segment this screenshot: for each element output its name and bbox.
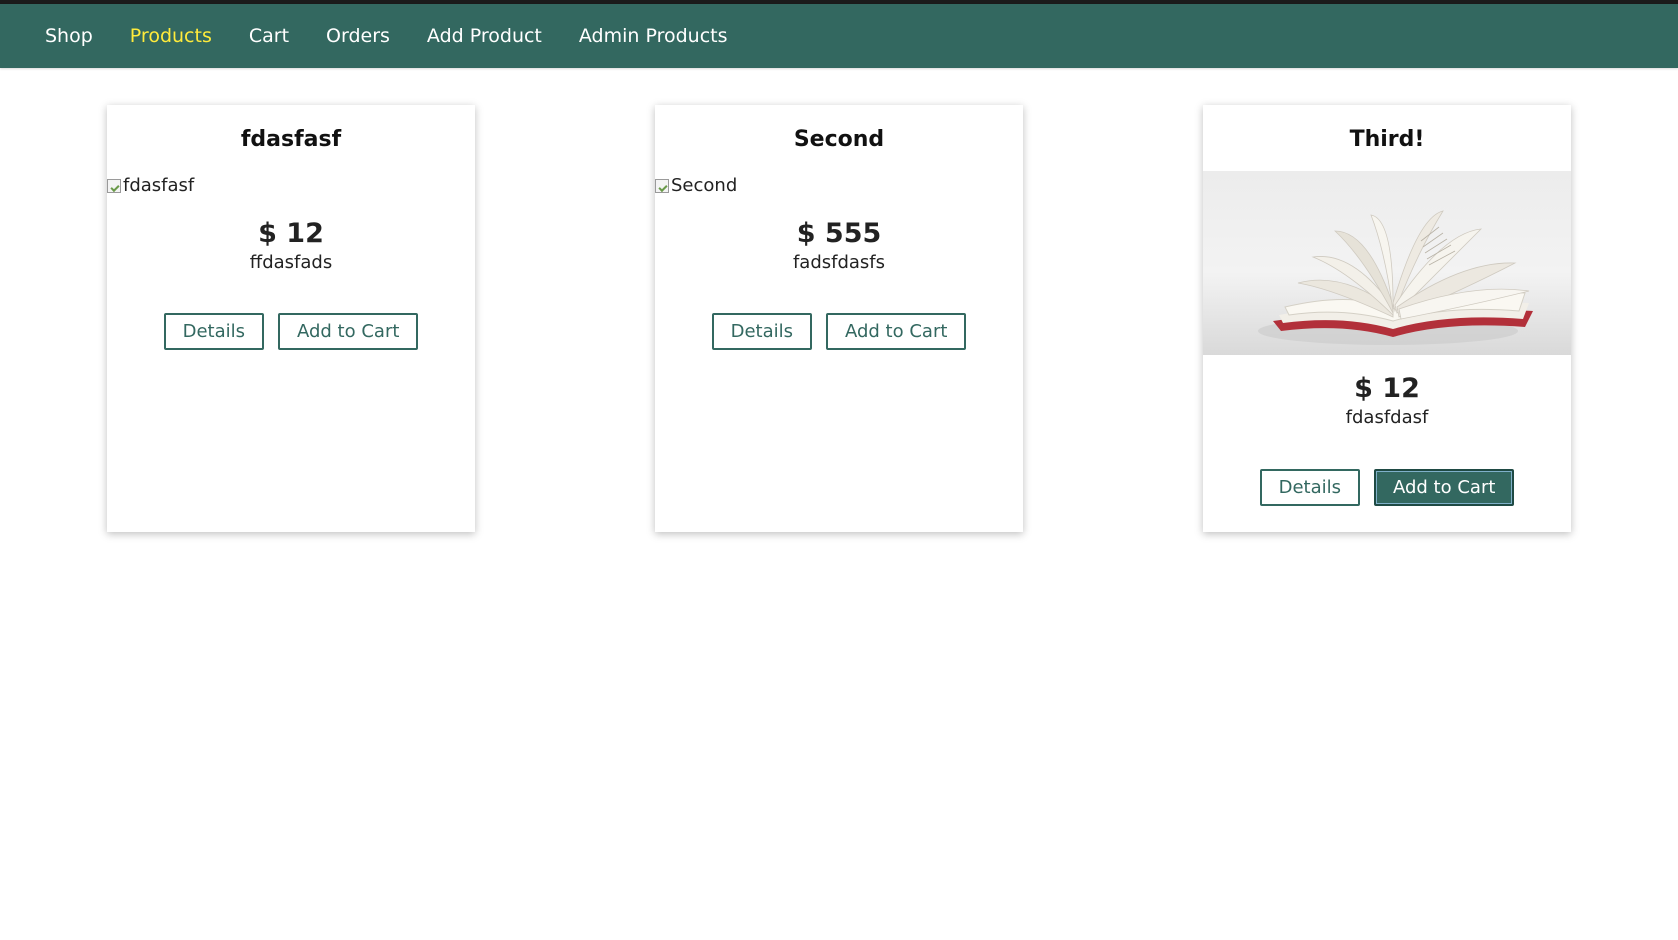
product-card: Second Second $ 555 fadsfdasfs Details A… bbox=[655, 105, 1023, 532]
product-actions: Details Add to Cart bbox=[655, 313, 1023, 350]
nav-link-orders[interactable]: Orders bbox=[326, 25, 390, 47]
product-price: $ 12 bbox=[1354, 373, 1420, 404]
product-title: Second bbox=[793, 127, 885, 152]
nav-link-shop[interactable]: Shop bbox=[45, 25, 93, 47]
product-title: Third! bbox=[1349, 127, 1425, 152]
product-image-broken: Second bbox=[655, 175, 737, 196]
product-image-alt-text: fdasfasf bbox=[123, 175, 195, 196]
product-price: $ 12 bbox=[258, 218, 324, 249]
details-button[interactable]: Details bbox=[1259, 469, 1360, 506]
product-card: Third! $ 12 fdasfdasf Details Add to Car… bbox=[1203, 105, 1571, 532]
product-actions: Details Add to Cart bbox=[107, 313, 475, 350]
open-book-image bbox=[1258, 210, 1533, 345]
add-to-cart-button[interactable]: Add to Cart bbox=[825, 313, 967, 350]
product-description: fdasfdasf bbox=[1345, 407, 1429, 428]
main-navbar: Shop Products Cart Orders Add Product Ad… bbox=[0, 4, 1678, 68]
nav-link-admin-products[interactable]: Admin Products bbox=[579, 25, 728, 47]
nav-link-cart[interactable]: Cart bbox=[249, 25, 289, 47]
details-button[interactable]: Details bbox=[163, 313, 264, 350]
product-title: fdasfasf bbox=[240, 127, 342, 152]
product-image-alt-text: Second bbox=[671, 175, 738, 196]
product-image-broken: fdasfasf bbox=[107, 175, 194, 196]
nav-link-add-product[interactable]: Add Product bbox=[427, 25, 542, 47]
product-image bbox=[1203, 171, 1571, 355]
product-actions: Details Add to Cart bbox=[1203, 469, 1571, 506]
product-price: $ 555 bbox=[796, 218, 882, 249]
product-description: ffdasfads bbox=[249, 252, 333, 273]
product-description: fadsfdasfs bbox=[792, 252, 886, 273]
main-nav: Shop Products Cart Orders Add Product Ad… bbox=[45, 4, 765, 68]
broken-image-icon bbox=[107, 178, 121, 193]
broken-image-icon bbox=[655, 178, 669, 193]
add-to-cart-button[interactable]: Add to Cart bbox=[1373, 469, 1515, 506]
nav-link-products[interactable]: Products bbox=[130, 25, 212, 47]
add-to-cart-button[interactable]: Add to Cart bbox=[277, 313, 419, 350]
product-card: fdasfasf fdasfasf $ 12 ffdasfads Details… bbox=[107, 105, 475, 532]
details-button[interactable]: Details bbox=[711, 313, 812, 350]
